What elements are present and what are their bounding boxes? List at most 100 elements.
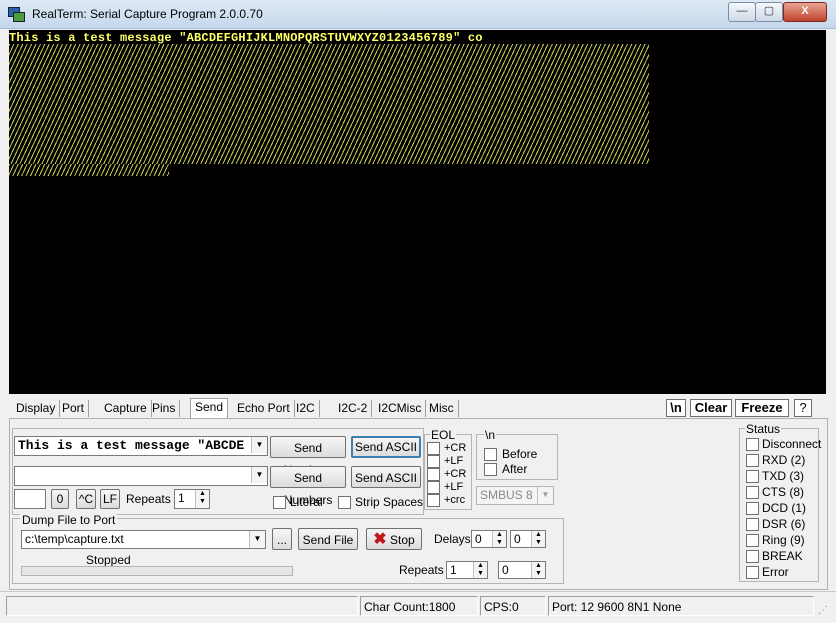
eol-cr-1-checkbox[interactable] [427, 442, 440, 455]
resize-grip-icon[interactable]: ⋰ [818, 604, 832, 618]
dump-progress-bar [21, 566, 293, 576]
chevron-down-icon[interactable]: ▼ [249, 531, 265, 548]
dump-file-combo[interactable]: c:\temp\capture.txt ▼ [21, 530, 266, 549]
tab-display[interactable]: Display [12, 400, 61, 417]
tab-misc[interactable]: Misc [425, 400, 459, 417]
before-checkbox[interactable] [484, 448, 497, 461]
status-error-label: Error [762, 565, 789, 579]
dump-status-text: Stopped [86, 553, 131, 567]
tab-i2c-2[interactable]: I2C-2 [334, 400, 373, 417]
freeze-button[interactable]: Freeze [735, 399, 789, 417]
delay2-value: 0 [514, 532, 521, 546]
status-bar: Char Count:1800 CPS:0 Port: 12 9600 8N1 … [0, 591, 836, 623]
literal-label: Literal [290, 495, 323, 509]
status-error-indicator [746, 566, 759, 579]
tab-i2cmisc[interactable]: I2CMisc [374, 400, 427, 417]
strip-spaces-checkbox[interactable] [338, 496, 351, 509]
eol-lf-1-checkbox[interactable] [427, 455, 440, 468]
after-label: After [502, 462, 528, 476]
terminal-display[interactable]: This is a test message "ABCDEFGHIJKLMNOP… [9, 30, 826, 394]
send-line1-combo[interactable]: This is a test message "ABCDE ▼ [14, 436, 268, 456]
send-line1-text: This is a test message "ABCDE [18, 438, 245, 453]
send-numbers-2-button[interactable]: Send Numbers [270, 466, 346, 507]
close-button[interactable]: X [783, 2, 827, 22]
status-dcd-label: DCD (1) [762, 501, 806, 515]
zero-button[interactable]: 0 [51, 489, 69, 509]
delays-label: Delays [434, 532, 471, 546]
status-cts-indicator [746, 486, 759, 499]
dump-repeats1-value: 1 [450, 563, 457, 577]
send-file-button[interactable]: Send File [298, 528, 358, 550]
stop-label: Stop [390, 533, 415, 547]
send-ascii-1-button[interactable]: Send ASCII [351, 436, 421, 458]
status-dsr-label: DSR (6) [762, 517, 806, 531]
ctrl-c-button[interactable]: ^C [76, 489, 96, 509]
repeats-value: 1 [178, 491, 185, 505]
eol-crc-label: +crc [444, 494, 466, 506]
help-button[interactable]: ? [794, 399, 812, 417]
tab-capture[interactable]: Capture [100, 400, 152, 417]
status-disconnect-label: Disconnect [762, 437, 822, 451]
dump-repeats1-spinner[interactable]: 1 ▲ ▼ [446, 561, 488, 579]
port-status: Port: 12 9600 8N1 None [548, 596, 814, 616]
smbus-value: SMBUS 8 [480, 488, 533, 502]
tab-port[interactable]: Port [58, 400, 90, 417]
send-numbers-1-button[interactable]: Send Numbers [270, 436, 346, 477]
eol-title: EOL [430, 428, 457, 442]
char-count: Char Count:1800 [360, 596, 478, 616]
status-rxd-indicator [746, 454, 759, 467]
status-dsr-indicator [746, 518, 759, 531]
stop-button[interactable]: ✖ Stop [366, 528, 422, 550]
tab-pins[interactable]: Pins [148, 400, 181, 417]
status-break-label: BREAK [762, 549, 803, 563]
app-icon [8, 7, 25, 22]
after-checkbox[interactable] [484, 463, 497, 476]
chevron-down-icon[interactable]: ▼ [251, 467, 267, 483]
terminal-right-margin [826, 30, 836, 394]
repeats-spinner[interactable]: 1 ▲ ▼ [174, 489, 210, 509]
clear-button[interactable]: Clear [690, 399, 732, 417]
delay2-spinner[interactable]: 0 ▲ ▼ [510, 530, 546, 548]
spin-updown-icon[interactable]: ▲ ▼ [492, 531, 506, 547]
window-title: RealTerm: Serial Capture Program 2.0.0.7… [32, 7, 263, 21]
spin-updown-icon[interactable]: ▲ ▼ [473, 562, 487, 578]
tab-i2c[interactable]: I2C [292, 400, 320, 417]
eol-lf-2-label: +LF [444, 481, 464, 493]
dump-repeats2-spinner[interactable]: 0 ▲ ▼ [498, 561, 546, 579]
newline-button[interactable]: \n [666, 399, 686, 417]
tab-send[interactable]: Send [190, 398, 229, 418]
browse-button[interactable]: ... [272, 528, 292, 550]
status-bar-empty-pane [6, 596, 358, 616]
newline-group-title: \n [484, 428, 497, 442]
chevron-down-icon[interactable]: ▼ [251, 437, 267, 453]
send-ascii-2-button[interactable]: Send ASCII [351, 466, 421, 488]
tab-echo-port[interactable]: Echo Port [233, 400, 295, 417]
delay1-value: 0 [475, 532, 482, 546]
status-txd-indicator [746, 470, 759, 483]
char-input[interactable] [14, 489, 46, 509]
eol-lf-1-label: +LF [444, 455, 464, 467]
eol-crc-checkbox[interactable] [427, 494, 440, 507]
send-line2-combo[interactable]: ▼ [14, 466, 268, 486]
minimize-button[interactable]: — [728, 2, 756, 22]
spin-updown-icon[interactable]: ▲ ▼ [531, 531, 545, 547]
before-label: Before [502, 447, 538, 461]
lf-button[interactable]: LF [100, 489, 120, 509]
dump-repeats2-value: 0 [502, 563, 509, 577]
status-break-indicator [746, 550, 759, 563]
status-rxd-label: RXD (2) [762, 453, 806, 467]
status-disconnect-checkbox[interactable] [746, 438, 759, 451]
chevron-down-icon[interactable]: ▼ [537, 487, 553, 504]
maximize-button[interactable]: ▢ [755, 2, 783, 22]
repeats-label: Repeats [126, 492, 171, 506]
spin-updown-icon[interactable]: ▲ ▼ [531, 562, 545, 578]
smbus-combo[interactable]: SMBUS 8 ▼ [476, 486, 554, 505]
eol-cr-2-checkbox[interactable] [427, 468, 440, 481]
dump-file-value: c:\temp\capture.txt [25, 532, 124, 546]
spin-updown-icon[interactable]: ▲ ▼ [195, 490, 209, 508]
eol-lf-2-checkbox[interactable] [427, 481, 440, 494]
delay1-spinner[interactable]: 0 ▲ ▼ [471, 530, 507, 548]
status-txd-label: TXD (3) [762, 469, 804, 483]
strip-spaces-label: Strip Spaces [355, 495, 424, 509]
literal-checkbox[interactable] [273, 496, 286, 509]
